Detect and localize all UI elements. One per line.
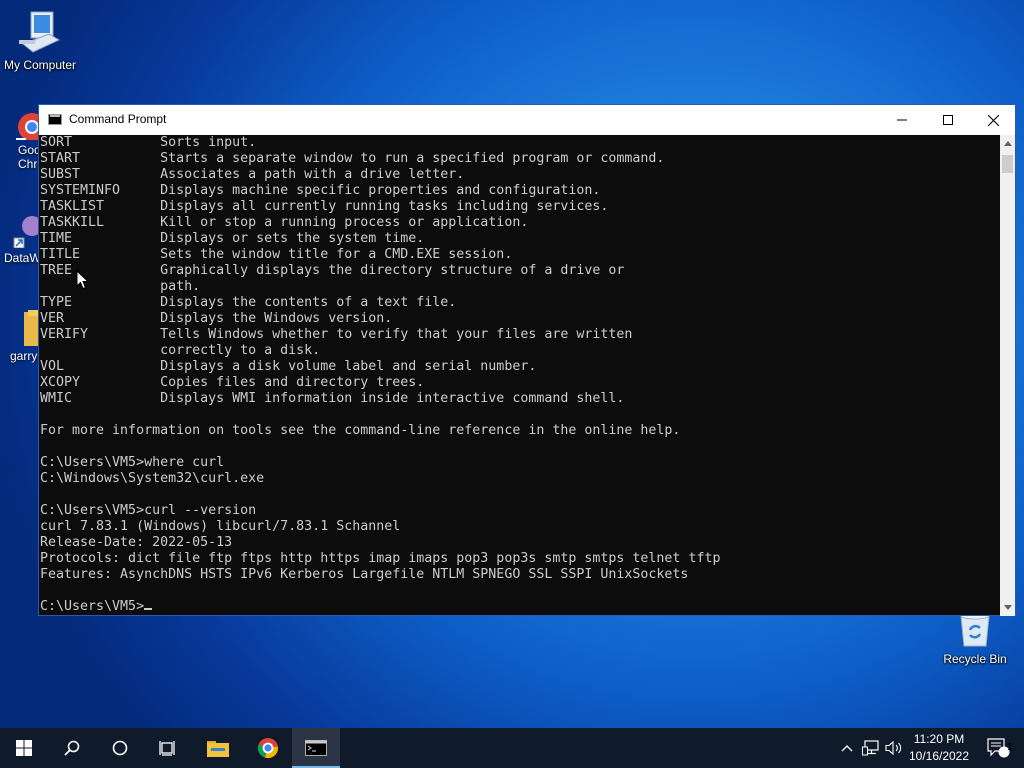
terminal-line: SORT Sorts input. <box>40 135 257 150</box>
terminal-line: TASKKILL Kill or stop a running process … <box>40 215 529 230</box>
terminal-line: path. <box>160 279 201 294</box>
desktop-icon-label: DataW <box>4 251 41 265</box>
taskbar: 11:20 PM 10/16/2022 1 <box>0 728 1024 768</box>
clock-date: 10/16/2022 <box>908 749 970 763</box>
chrome-icon <box>257 738 279 759</box>
desktop-icon-my-computer[interactable]: My Computer <box>0 10 80 72</box>
command-prompt-window[interactable]: Command Prompt SORT Sorts input. START S… <box>38 104 1016 616</box>
command-prompt-taskbar-button[interactable] <box>292 728 340 768</box>
taskbar-clock[interactable]: 11:20 PM 10/16/2022 <box>900 731 978 765</box>
close-button[interactable] <box>970 105 1016 135</box>
terminal-line: C:\Windows\System32\curl.exe <box>40 471 265 486</box>
shortcut-icon <box>13 216 42 249</box>
scroll-up-button[interactable] <box>1000 135 1015 152</box>
start-icon <box>16 740 32 756</box>
terminal-line: XCOPY Copies files and directory trees. <box>40 375 425 390</box>
chrome-button[interactable] <box>244 728 292 768</box>
scroll-down-arrow-icon <box>1003 605 1012 610</box>
scroll-up-arrow-icon <box>1003 141 1012 146</box>
chrome-icon <box>16 113 46 141</box>
recycle-bin-icon <box>960 612 990 647</box>
command-prompt-app-icon <box>48 114 62 125</box>
clock-time: 11:20 PM <box>913 732 965 746</box>
scrollbar-thumb[interactable] <box>1002 155 1013 173</box>
scroll-down-button[interactable] <box>1000 599 1015 616</box>
terminal-line: Release-Date: 2022-05-13 <box>40 535 233 550</box>
show-hidden-icons-button[interactable] <box>838 728 856 768</box>
terminal-line: C:\Users\VM5>curl --version <box>40 503 257 518</box>
mouse-pointer-icon <box>76 270 89 290</box>
terminal-line: TIME Displays or sets the system time. <box>40 231 425 246</box>
text-cursor <box>144 608 153 610</box>
minimize-button[interactable] <box>879 105 925 135</box>
terminal-line: TYPE Displays the contents of a text fil… <box>40 295 457 310</box>
terminal-line: TASKLIST Displays all currently running … <box>40 199 609 214</box>
terminal-text: SORT Sorts input. START Starts a separat… <box>39 135 1001 615</box>
computer-icon <box>16 11 61 53</box>
network-icon <box>862 740 879 756</box>
network-tray-button[interactable] <box>860 728 882 768</box>
terminal-line: curl 7.83.1 (Windows) libcurl/7.83.1 Sch… <box>40 519 401 534</box>
start-button[interactable] <box>0 728 48 768</box>
window-titlebar[interactable]: Command Prompt <box>39 105 1015 135</box>
cortana-icon <box>112 740 128 756</box>
action-center-button[interactable]: 1 <box>978 728 1018 768</box>
minimize-icon <box>897 119 907 121</box>
terminal-line: WMIC Displays WMI information inside int… <box>40 391 625 406</box>
terminal-line: For more information on tools see the co… <box>40 423 681 438</box>
terminal-line: SYSTEMINFO Displays machine specific pro… <box>40 183 601 198</box>
terminal-line: correctly to a disk. <box>160 343 321 358</box>
desktop-icon-label: My Computer <box>3 58 77 72</box>
file-explorer-icon <box>207 741 229 757</box>
terminal-line: TITLE Sets the window title for a CMD.EX… <box>40 247 513 262</box>
terminal-line: C:\Users\VM5>where curl <box>40 455 225 470</box>
terminal-line: SUBST Associates a path with a drive let… <box>40 167 465 182</box>
maximize-icon <box>943 115 953 125</box>
terminal-line: Protocols: dict file ftp ftps http https… <box>40 551 721 566</box>
vertical-scrollbar[interactable] <box>1000 135 1015 616</box>
desktop-icon-dataw-partial[interactable]: DataW <box>4 212 42 265</box>
terminal-line: START Starts a separate window to run a … <box>40 151 665 166</box>
terminal-prompt: C:\Users\VM5> <box>40 599 145 614</box>
search-icon <box>64 740 80 756</box>
folder-icon <box>24 310 38 346</box>
window-title: Command Prompt <box>69 112 167 126</box>
file-explorer-button[interactable] <box>194 728 242 768</box>
desktop-icon-recycle-bin[interactable]: Recycle Bin <box>935 612 1015 666</box>
terminal-line: Features: AsynchDNS HSTS IPv6 Kerberos L… <box>40 567 689 582</box>
close-icon <box>987 114 999 126</box>
maximize-button[interactable] <box>925 105 971 135</box>
terminal-output[interactable]: SORT Sorts input. START Starts a separat… <box>39 135 1001 616</box>
terminal-line: VERIFY Tells Windows whether to verify t… <box>40 327 633 342</box>
chevron-up-icon <box>841 745 853 752</box>
command-prompt-icon <box>305 740 327 756</box>
terminal-line: TREE Graphically displays the directory … <box>40 263 625 278</box>
desktop-icon-label: Recycle Bin <box>943 652 1007 666</box>
terminal-line: VER Displays the Windows version. <box>40 311 393 326</box>
notification-count-badge: 1 <box>1007 742 1013 753</box>
cortana-button[interactable] <box>96 728 144 768</box>
task-view-button[interactable] <box>144 728 192 768</box>
desktop-icon-label: garry <box>10 349 38 363</box>
terminal-line: VOL Displays a disk volume label and ser… <box>40 359 537 374</box>
desktop-icon-chrome-partial[interactable]: Goo Chr <box>12 110 46 171</box>
search-button[interactable] <box>48 728 96 768</box>
task-view-icon <box>159 741 175 756</box>
desktop-icon-garry-partial[interactable]: garry <box>10 308 38 363</box>
